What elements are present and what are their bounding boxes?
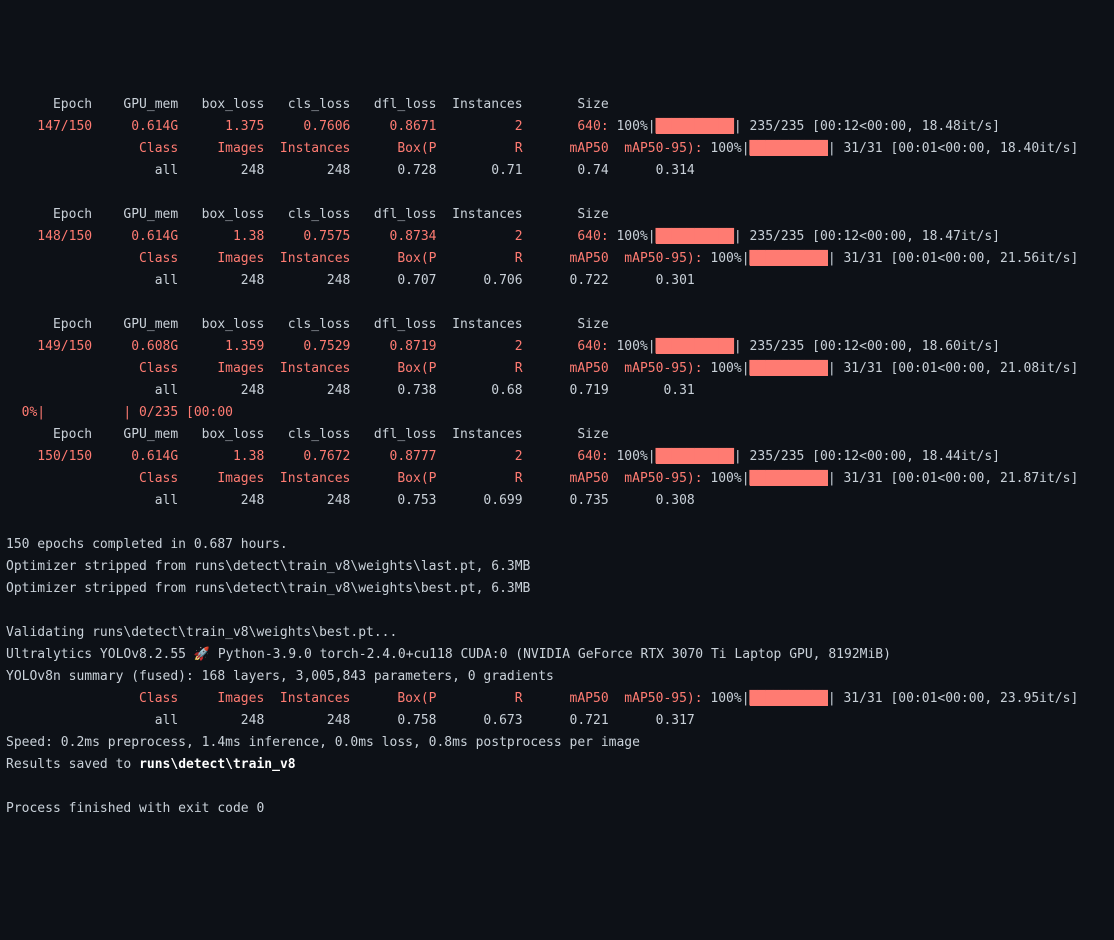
terminal-output: Epoch GPU_mem box_loss cls_loss dfl_loss… (6, 94, 1108, 820)
results-path: runs\detect\train_v8 (139, 757, 296, 772)
rocket-icon (194, 647, 210, 662)
